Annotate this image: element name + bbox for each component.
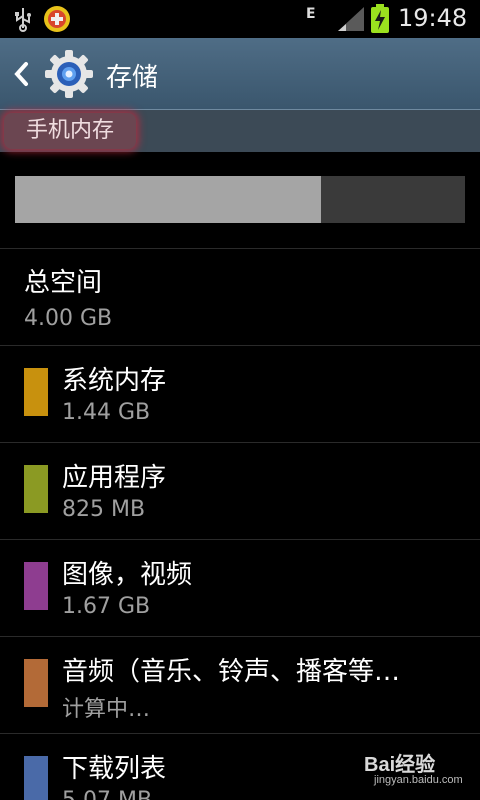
battery-charging-icon: [371, 4, 389, 33]
category-color-swatch: [24, 756, 48, 800]
network-type-indicator: E: [306, 6, 316, 22]
watermark-sub: jingyan.baidu.com: [374, 774, 463, 786]
storage-usage-fill: [15, 176, 321, 223]
total-space-label: 总空间: [24, 268, 103, 298]
signal-icon: [338, 7, 364, 31]
category-color-swatch: [24, 562, 48, 610]
total-space-value: 4.00 GB: [24, 306, 113, 331]
item-label: 图像，视频: [62, 560, 193, 590]
action-bar: 存储: [0, 38, 480, 110]
storage-item-images-videos[interactable]: 图像，视频 1.67 GB: [0, 540, 480, 636]
item-label: 下载列表: [62, 754, 167, 784]
item-value: 5.07 MB: [62, 788, 152, 800]
item-label: 应用程序: [62, 463, 167, 493]
status-bar: E 19:48: [0, 0, 480, 38]
clock: 19:48: [398, 4, 468, 32]
page-title: 存储: [106, 63, 159, 93]
item-value: 计算中…: [62, 697, 151, 722]
category-color-swatch: [24, 465, 48, 513]
category-color-swatch: [24, 659, 48, 707]
storage-usage-bar: [15, 176, 465, 223]
item-value: 1.67 GB: [62, 594, 151, 619]
usb-icon: [15, 8, 31, 32]
section-header: 手机内存: [0, 110, 480, 152]
watermark-text: Bai经验: [364, 754, 436, 776]
item-value: 1.44 GB: [62, 400, 151, 425]
item-label: 音频（音乐、铃声、播客等…: [62, 657, 401, 687]
back-chevron-icon[interactable]: [12, 60, 30, 88]
settings-gear-icon[interactable]: [44, 49, 94, 99]
category-color-swatch: [24, 368, 48, 416]
storage-item-audio[interactable]: 音频（音乐、铃声、播客等… 计算中…: [0, 637, 480, 733]
section-label-phone-storage[interactable]: 手机内存: [4, 113, 137, 149]
app-notification-icon: [44, 6, 70, 32]
storage-item-system[interactable]: 系统内存 1.44 GB: [0, 346, 480, 442]
item-label: 系统内存: [62, 366, 167, 396]
storage-item-apps[interactable]: 应用程序 825 MB: [0, 443, 480, 539]
item-value: 825 MB: [62, 497, 146, 522]
baidu-watermark: Bai经验 jingyan.baidu.com: [360, 744, 472, 796]
